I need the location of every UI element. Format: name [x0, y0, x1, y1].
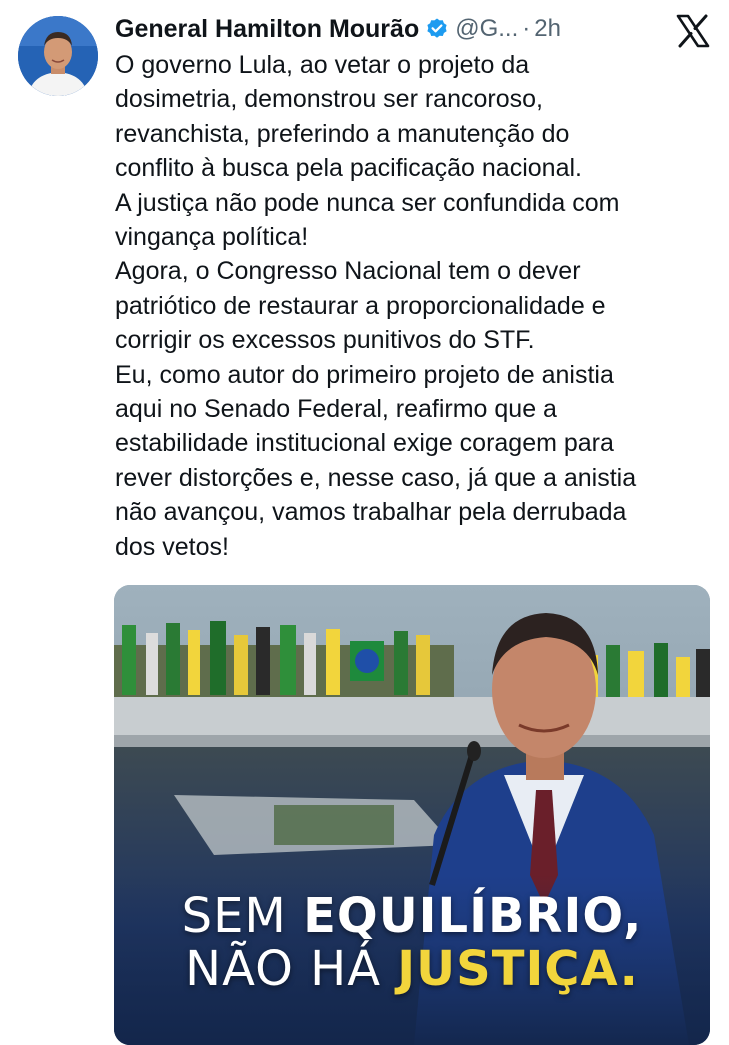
- tweet-text-line: Eu, como autor do primeiro projeto de an…: [115, 360, 614, 389]
- headline-bold-2: JUSTIÇA.: [397, 941, 639, 997]
- separator-dot: ·: [522, 15, 531, 42]
- headline-thin-2: NÃO HÁ: [185, 941, 398, 997]
- tweet-text-line: não avançou, vamos trabalhar pela derrub…: [115, 498, 627, 527]
- tweet-text-line: corrigir os excessos punitivos do STF.: [115, 326, 535, 355]
- tweet-text-line: Agora, o Congresso Nacional tem o dever: [115, 257, 581, 286]
- tweet-text-line: rever distorções e, nesse caso, já que a…: [115, 463, 637, 492]
- x-logo-icon: [676, 14, 710, 48]
- verified-badge-icon: [425, 17, 449, 41]
- tweet: General Hamilton Mourão @G... · 2h O gov…: [0, 0, 729, 1045]
- media-headline-line-1: SEM EQUILÍBRIO,: [114, 888, 710, 944]
- tweet-text-line: conflito à busca pela pacificação nacion…: [115, 154, 582, 183]
- author-name[interactable]: General Hamilton Mourão: [115, 15, 419, 44]
- tweet-text-line: estabilidade institucional exige coragem…: [115, 429, 614, 458]
- author-handle[interactable]: @G...: [455, 15, 518, 43]
- tweet-header: General Hamilton Mourão @G... · 2h: [115, 10, 561, 48]
- tweet-text-line: dos vetos!: [115, 532, 229, 561]
- tweet-media-image[interactable]: SEM EQUILÍBRIO, NÃO HÁ JUSTIÇA.: [114, 585, 710, 1045]
- timestamp[interactable]: 2h: [534, 15, 561, 43]
- tweet-text-line: revanchista, preferindo a manutenção do: [115, 119, 570, 148]
- headline-thin-1: SEM: [181, 888, 304, 944]
- tweet-text-line: O governo Lula, ao vetar o projeto da: [115, 51, 530, 79]
- media-headline-line-2: NÃO HÁ JUSTIÇA.: [114, 941, 710, 997]
- tweet-text-line: patriótico de restaurar a proporcionalid…: [115, 291, 606, 320]
- headline-bold-1: EQUILÍBRIO,: [303, 888, 643, 944]
- tweet-text-line: dosimetria, demonstrou ser rancoroso,: [115, 85, 543, 114]
- tweet-text-line: aqui no Senado Federal, reafirmo que a: [115, 395, 557, 424]
- tweet-text-line: vingança política!: [115, 223, 309, 252]
- avatar[interactable]: [18, 16, 98, 96]
- tweet-text: O governo Lula, ao vetar o projeto da do…: [115, 48, 715, 564]
- tweet-text-line: A justiça não pode nunca ser confundida …: [115, 188, 620, 217]
